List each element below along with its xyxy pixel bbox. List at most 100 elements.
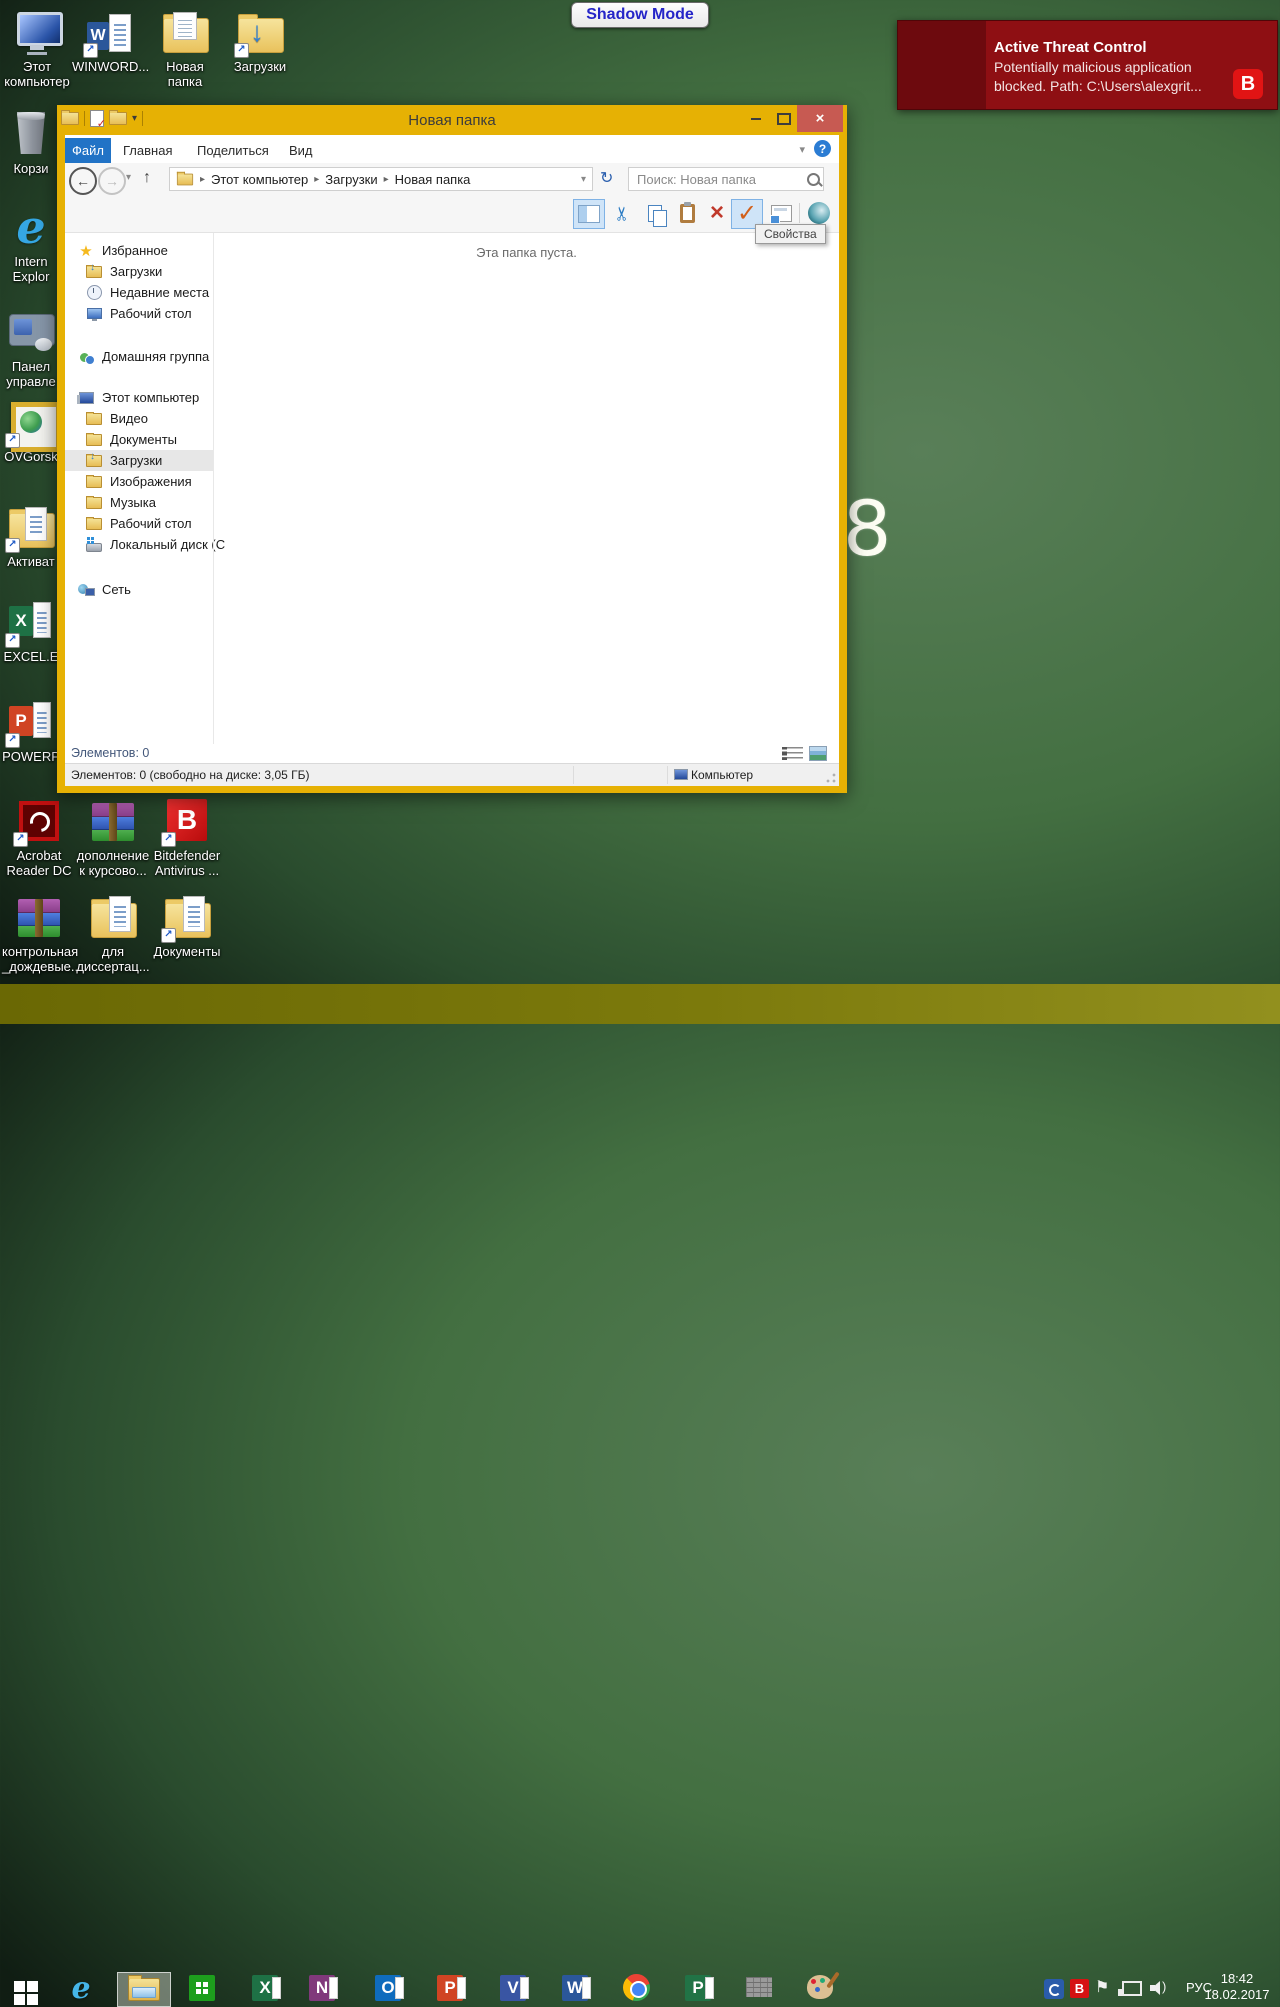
sidebar-item-documents[interactable]: Документы bbox=[65, 429, 213, 450]
explorer-window: ✓ ▾ Новая папка × Файл Главная Поделитьс… bbox=[57, 105, 847, 793]
tray-bitdefender[interactable]: B bbox=[1070, 1979, 1089, 1998]
desktop-icon-downloads[interactable]: ↓ ↗ Загрузки bbox=[223, 8, 297, 74]
taskbar-outlook[interactable]: O bbox=[375, 1975, 404, 2001]
start-button[interactable] bbox=[12, 1979, 40, 2007]
sidebar-item-desktop-fav[interactable]: Рабочий стол bbox=[65, 303, 213, 324]
desktop-icon-bitdefender[interactable]: B ↗ Bitdefender Antivirus ... bbox=[150, 797, 224, 878]
breadcrumb-separator: ▸ bbox=[383, 173, 389, 185]
tab-file[interactable]: Файл bbox=[65, 138, 111, 163]
taskbar-onenote[interactable]: N bbox=[309, 1975, 338, 2001]
search-input[interactable] bbox=[628, 167, 824, 191]
shell-button[interactable] bbox=[805, 199, 833, 227]
address-dropdown-icon[interactable]: ▾ bbox=[581, 174, 586, 185]
paste-icon bbox=[679, 201, 695, 223]
minimize-button[interactable] bbox=[743, 105, 769, 132]
taskbar-visio[interactable]: V bbox=[500, 1975, 529, 2001]
resize-grip[interactable] bbox=[825, 772, 837, 784]
icon-label: для bbox=[101, 944, 125, 959]
sidebar-item-recent-places[interactable]: Недавние места bbox=[65, 282, 213, 303]
folder-download-icon: ↓ bbox=[86, 262, 102, 280]
desktop-icon-rar-dopolnenie[interactable]: дополнение к курсово... bbox=[76, 797, 150, 878]
sidebar-item-this-pc[interactable]: Этот компьютер bbox=[65, 387, 213, 408]
taskbar-project[interactable]: P bbox=[685, 1975, 714, 2001]
desktop-icon-winword[interactable]: W ↗ WINWORD... bbox=[72, 8, 149, 74]
ribbon-expand-icon[interactable]: ▾ bbox=[799, 143, 805, 156]
shortcut-arrow-icon: ↗ bbox=[234, 43, 249, 58]
help-icon[interactable]: ? bbox=[814, 140, 831, 157]
close-button[interactable]: × bbox=[797, 105, 843, 132]
delete-x-icon: × bbox=[709, 199, 724, 226]
desktop-icon-dokumenty[interactable]: ↗ Документы bbox=[150, 893, 224, 959]
sidebar-item-downloads[interactable]: ↓ Загрузки bbox=[65, 450, 213, 471]
taskbar-file-explorer-active[interactable] bbox=[117, 1972, 171, 2007]
taskbar-bricks-app[interactable] bbox=[746, 1977, 772, 1997]
breadcrumb-downloads[interactable]: Загрузки bbox=[325, 172, 377, 187]
pane-divider[interactable] bbox=[213, 233, 214, 744]
delete-button[interactable]: × bbox=[703, 199, 731, 227]
tray-clock[interactable]: 18:42 18.02.2017 bbox=[1204, 1971, 1270, 2003]
up-button[interactable]: ↑ bbox=[143, 169, 151, 187]
bitdefender-logo-icon: B bbox=[1233, 69, 1263, 99]
title-bar[interactable]: ✓ ▾ Новая папка × bbox=[57, 105, 847, 135]
clock-date: 18.02.2017 bbox=[1204, 1987, 1270, 2002]
details-view-icon[interactable] bbox=[782, 747, 803, 760]
taskbar-powerpoint[interactable]: P bbox=[437, 1975, 466, 2001]
disk-icon bbox=[86, 537, 102, 553]
desktop-icon-this-pc[interactable]: Этот компьютер bbox=[0, 8, 74, 89]
desktop-icon-rar-kontrolnaya[interactable]: контрольная _дождевые... bbox=[2, 893, 82, 974]
tab-home[interactable]: Главная bbox=[123, 138, 172, 163]
sidebar-item-video[interactable]: Видео bbox=[65, 408, 213, 429]
search-icon[interactable] bbox=[807, 173, 820, 186]
minimize-icon bbox=[751, 117, 761, 120]
sidebar-item-desktop[interactable]: Рабочий стол bbox=[65, 513, 213, 534]
history-dropdown-icon[interactable]: ▾ bbox=[126, 172, 131, 183]
taskbar-store[interactable] bbox=[189, 1975, 215, 2001]
threat-notification[interactable]: Active Threat Control Potentially malici… bbox=[897, 20, 1278, 110]
maximize-button[interactable] bbox=[771, 105, 797, 132]
paste-button[interactable] bbox=[673, 199, 701, 227]
icon-label: Документы bbox=[153, 944, 221, 959]
preview-pane-button[interactable] bbox=[573, 199, 605, 229]
properties-window-button[interactable] bbox=[767, 199, 795, 227]
sidebar-item-downloads-fav[interactable]: ↓ Загрузки bbox=[65, 261, 213, 282]
taskbar-chrome[interactable] bbox=[623, 1974, 650, 2001]
icon-label: Загрузки bbox=[233, 59, 287, 74]
notification-body-line1: Potentially malicious application bbox=[994, 59, 1192, 75]
command-toolbar: ✂ × ✓ bbox=[65, 196, 839, 233]
sidebar-item-favorites[interactable]: ★ Избранное bbox=[65, 240, 213, 261]
tray-app-blue[interactable] bbox=[1044, 1979, 1064, 1999]
sidebar-item-music[interactable]: Музыка bbox=[65, 492, 213, 513]
refresh-button[interactable]: ↻ bbox=[600, 171, 613, 187]
desktop-icon-acrobat[interactable]: ↗ Acrobat Reader DC bbox=[2, 797, 76, 878]
breadcrumb-new-folder[interactable]: Новая папка bbox=[395, 172, 471, 187]
shadow-mode-badge: Shadow Mode bbox=[571, 2, 709, 28]
back-button[interactable]: ← bbox=[69, 167, 97, 195]
tray-network[interactable] bbox=[1118, 1981, 1142, 1996]
thumbnail-view-icon[interactable] bbox=[809, 746, 827, 761]
tab-view[interactable]: Вид bbox=[289, 138, 313, 163]
scissors-icon: ✂ bbox=[612, 205, 634, 221]
taskbar-internet-explorer[interactable]: e bbox=[64, 1971, 98, 2006]
properties-window-icon bbox=[769, 204, 792, 224]
taskbar-paint[interactable] bbox=[807, 1975, 833, 1999]
address-box[interactable]: ▸ Этот компьютер ▸ Загрузки ▸ Новая папк… bbox=[169, 167, 593, 191]
sidebar-item-network[interactable]: Сеть bbox=[65, 579, 213, 600]
word-icon: W bbox=[562, 1975, 591, 2001]
desktop-icon-new-folder[interactable]: Новая папка bbox=[148, 8, 222, 89]
shortcut-arrow-icon: ↗ bbox=[83, 43, 98, 58]
desktop-icon-dlya-dissertacii[interactable]: для диссертац... bbox=[76, 893, 150, 974]
cut-button[interactable]: ✂ bbox=[609, 199, 637, 227]
tray-action-center[interactable]: ⚑ bbox=[1095, 1977, 1109, 1997]
taskbar-word[interactable]: W bbox=[562, 1975, 591, 2001]
address-bar-row: ← → ▾ ↑ ▸ Этот компьютер ▸ Загрузки ▸ Но… bbox=[65, 163, 839, 196]
breadcrumb-this-pc[interactable]: Этот компьютер bbox=[211, 172, 308, 187]
sidebar-item-homegroup[interactable]: Домашняя группа bbox=[65, 346, 213, 367]
copy-button[interactable] bbox=[641, 199, 669, 227]
tab-share[interactable]: Поделиться bbox=[197, 138, 269, 163]
forward-button[interactable]: → bbox=[98, 167, 126, 195]
homegroup-icon bbox=[78, 349, 95, 365]
tray-volume[interactable]: ) bbox=[1150, 1979, 1170, 1996]
sidebar-item-pictures[interactable]: Изображения bbox=[65, 471, 213, 492]
taskbar-excel[interactable]: X bbox=[252, 1975, 281, 2001]
sidebar-item-local-disk[interactable]: Локальный диск (C bbox=[65, 534, 225, 555]
